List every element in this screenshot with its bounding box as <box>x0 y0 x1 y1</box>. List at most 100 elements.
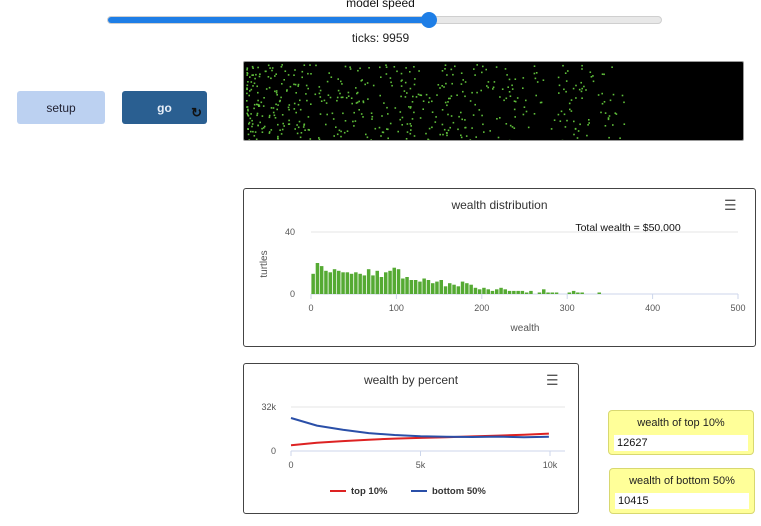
turtle <box>281 114 284 116</box>
turtle <box>513 108 516 111</box>
turtle <box>609 99 612 102</box>
turtle <box>481 114 483 117</box>
turtle <box>246 84 249 87</box>
legend-label[interactable]: top 10% <box>351 486 388 497</box>
turtle <box>506 74 508 76</box>
histogram-bar <box>546 292 550 294</box>
turtle <box>525 99 527 102</box>
histogram-bar <box>328 272 332 294</box>
turtle <box>251 123 254 125</box>
turtle <box>569 108 571 111</box>
x-tick-label: 5k <box>416 460 426 470</box>
turtle <box>452 73 454 76</box>
turtle <box>482 123 484 126</box>
turtle <box>275 90 278 92</box>
turtle <box>367 98 369 100</box>
turtle <box>246 69 248 71</box>
turtle <box>404 81 407 84</box>
turtle <box>307 116 310 118</box>
turtle <box>492 88 494 90</box>
turtle <box>592 80 595 83</box>
turtle <box>251 65 254 68</box>
turtle <box>458 115 460 118</box>
turtle <box>573 133 575 136</box>
turtle <box>475 136 477 138</box>
turtle <box>461 118 463 121</box>
turtle <box>514 100 517 103</box>
histogram-bar <box>409 280 414 294</box>
turtle <box>444 64 447 66</box>
turtle <box>331 112 334 115</box>
histogram-bar <box>516 290 520 294</box>
turtle <box>523 106 526 108</box>
turtle <box>381 115 383 117</box>
turtle <box>444 68 446 70</box>
turtle <box>341 96 344 99</box>
turtle <box>280 66 283 68</box>
turtle <box>464 119 466 121</box>
histogram-bar <box>413 280 418 294</box>
turtle <box>522 77 525 79</box>
turtle <box>581 64 583 67</box>
slider-fill <box>108 17 429 23</box>
turtle <box>326 113 328 116</box>
turtle <box>327 94 330 96</box>
turtle <box>511 84 513 87</box>
turtle <box>487 81 490 83</box>
turtle <box>301 70 304 73</box>
turtle <box>390 81 392 84</box>
turtle <box>288 104 291 106</box>
turtle <box>588 122 590 124</box>
histogram-bar <box>524 292 529 294</box>
turtle <box>310 103 312 105</box>
turtle <box>283 125 285 127</box>
model-speed-slider[interactable] <box>107 16 662 24</box>
histogram-bar <box>388 270 392 295</box>
turtle <box>604 125 607 127</box>
histogram-bar <box>431 283 435 294</box>
turtle <box>409 87 412 90</box>
turtle <box>394 107 397 109</box>
turtle <box>378 126 381 129</box>
histogram-canvas: Total wealth = $50,000 turtles wealth 04… <box>259 222 746 334</box>
turtle <box>460 83 463 85</box>
turtle <box>355 87 357 89</box>
turtle <box>267 76 270 78</box>
turtle <box>450 95 453 97</box>
monitor-value: 10415 <box>615 493 749 509</box>
histogram-bar <box>512 290 516 294</box>
turtle <box>364 83 366 86</box>
setup-button-label: setup <box>46 100 76 115</box>
turtle <box>428 127 431 130</box>
turtle <box>567 70 569 72</box>
turtle <box>276 94 278 96</box>
turtle <box>246 74 248 76</box>
monitor-value: 12627 <box>614 435 748 451</box>
turtle <box>325 102 328 104</box>
turtle <box>246 100 248 102</box>
turtle <box>387 113 389 115</box>
turtle <box>451 82 453 85</box>
turtle <box>533 65 536 67</box>
turtle <box>574 128 577 130</box>
legend-label[interactable]: bottom 50% <box>432 486 486 497</box>
setup-button[interactable]: setup <box>17 91 105 124</box>
turtle <box>264 70 267 73</box>
turtle <box>383 102 385 104</box>
turtle <box>406 131 409 133</box>
turtle <box>450 68 453 71</box>
histogram-bar <box>354 272 358 294</box>
turtle <box>335 126 337 128</box>
turtle <box>347 95 350 97</box>
histogram-bar <box>482 287 486 294</box>
turtle <box>247 128 249 130</box>
turtle <box>601 102 604 105</box>
histogram-bar <box>435 281 439 294</box>
turtle <box>522 113 525 116</box>
turtle <box>339 92 341 95</box>
x-tick-label: 300 <box>560 303 575 313</box>
go-button[interactable]: go ↻ <box>122 91 207 124</box>
slider-thumb[interactable] <box>420 12 437 28</box>
world-view[interactable] <box>243 61 744 141</box>
turtle <box>305 84 308 87</box>
